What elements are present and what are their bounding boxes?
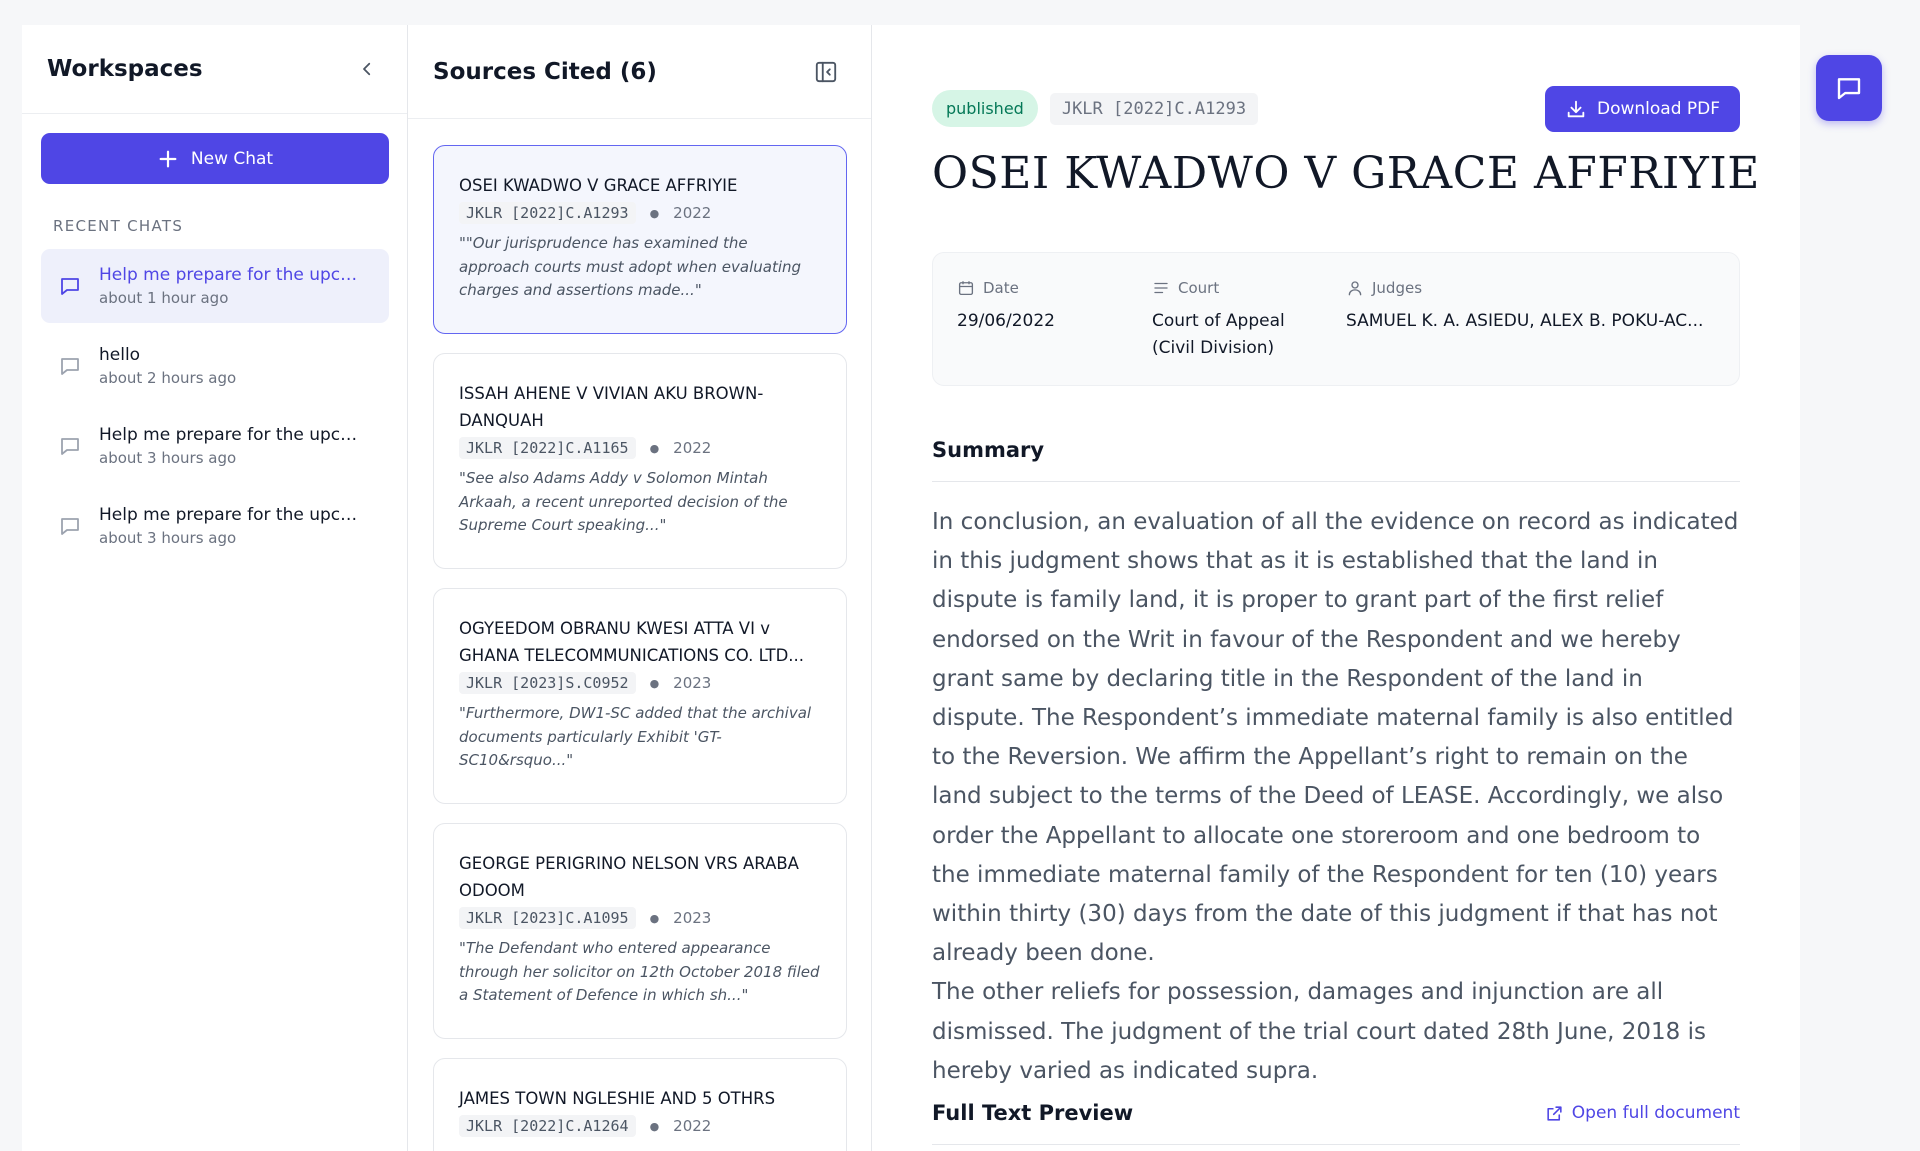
source-year: 2023 [673,674,712,692]
toggle-panel-button[interactable] [813,59,839,85]
separator-dot: ● [649,676,660,690]
user-icon [1348,281,1362,296]
summary-heading: Summary [932,438,1045,462]
judges-label-row: Judges [1346,279,1703,297]
source-title: OGYEEDOM OBRANU KWESI ATTA VI v GHANA TE… [459,619,805,665]
source-card[interactable]: ISSAH AHENE V VIVIAN AKU BROWN-DANQUAH J… [433,353,847,569]
chat-time: about 2 hours ago [99,369,237,387]
full-text-divider [932,1144,1740,1145]
message-icon [61,358,79,375]
date-value: 29/06/2022 [957,311,1055,331]
source-card[interactable]: JAMES TOWN NGLESHIE AND 5 OTHRS JKLR [20… [433,1058,847,1151]
source-year: 2022 [673,204,712,222]
court-label-row: Court [1152,279,1312,297]
court-label: Court [1178,279,1220,297]
workspaces-sidebar: Workspaces New Chat RECENT CHATS Help me… [22,25,408,1151]
summary-divider [932,481,1740,482]
case-title: OSEI KWADWO V GRACE AFFRIYIE [932,148,1760,199]
document-view: published JKLR [2022]C.A1293 Download PD… [872,25,1800,1151]
date-label: Date [983,279,1019,297]
judges-label: Judges [1372,279,1423,297]
status-badge: published [932,90,1038,127]
summary-text: In conclusion, an evaluation of all the … [932,509,1739,1084]
source-title: GEORGE PERIGRINO NELSON VRS ARABA ODOOM [459,854,799,900]
chat-fab-button[interactable] [1816,55,1882,121]
judges-field: Judges SAMUEL K. A. ASIEDU, ALEX B. POKU… [1346,279,1703,335]
chevron-left-icon [363,62,371,76]
sources-title: Sources Cited (6) [433,58,657,85]
source-year: 2022 [673,439,712,457]
source-excerpt: ""Our jurisprudence has examined the app… [459,234,802,299]
source-card[interactable]: OSEI KWADWO V GRACE AFFRIYIE JKLR [2022]… [433,145,847,334]
chat-title: Help me prepare for the upcoming hearing [99,265,364,285]
source-meta: JKLR [2022]C.A1264 ● 2022 [459,1115,821,1137]
chat-item[interactable]: Help me prepare for the upcoming hearing… [41,409,389,483]
collapse-sidebar-button[interactable] [352,54,382,84]
citation-badge: JKLR [2022]C.A1293 [1049,92,1259,125]
document-badges: published JKLR [2022]C.A1293 [932,90,1259,127]
download-icon [1567,100,1585,118]
source-meta: JKLR [2023]S.C0952 ● 2023 [459,672,821,694]
chat-title: Help me prepare for the upcoming hearing [99,505,364,525]
sources-header: Sources Cited (6) [408,25,871,119]
source-meta: JKLR [2023]C.A1095 ● 2023 [459,907,821,929]
source-title: JAMES TOWN NGLESHIE AND 5 OTHRS [459,1089,776,1108]
source-meta: JKLR [2022]C.A1293 ● 2022 [459,202,821,224]
chat-item[interactable]: Help me prepare for the upcoming hearing… [41,489,389,563]
sidebar-title: Workspaces [47,56,203,82]
download-pdf-button[interactable]: Download PDF [1545,86,1740,132]
message-icon [61,278,79,295]
new-chat-label: New Chat [190,148,274,169]
lines-icon [1154,282,1168,294]
source-citation: JKLR [2022]C.A1165 [459,437,636,459]
source-year: 2023 [673,909,712,927]
message-icon [61,438,79,455]
chat-title: Help me prepare for the upcoming hearing [99,425,364,445]
open-full-document-link[interactable]: Open full document [1545,1103,1740,1123]
source-excerpt: "See also Adams Addy v Solomon Mintah Ar… [459,469,788,534]
chat-time: about 3 hours ago [99,449,237,467]
judges-value: SAMUEL K. A. ASIEDU, ALEX B. POKU-AC... [1346,311,1704,331]
chat-time: about 3 hours ago [99,529,237,547]
source-citation: JKLR [2022]C.A1293 [459,202,636,224]
court-field: Court Court of Appeal (Civil Division) [1152,279,1312,362]
message-icon [61,518,79,535]
chat-time: about 1 hour ago [99,289,229,307]
chat-list: Help me prepare for the upcoming hearing… [41,249,389,569]
separator-dot: ● [649,206,660,220]
chat-title: hello [99,345,141,365]
plus-icon [159,150,177,167]
chat-item[interactable]: hello about 2 hours ago [41,329,389,403]
recent-chats-label: RECENT CHATS [53,217,184,235]
separator-dot: ● [649,911,660,925]
full-text-heading: Full Text Preview [932,1101,1134,1125]
source-year: 2022 [673,1117,712,1135]
separator-dot: ● [649,441,660,455]
source-excerpt: "Furthermore, DW1-SC added that the arch… [459,704,812,769]
date-field: Date 29/06/2022 [957,279,1055,335]
case-metadata: Date 29/06/2022 Court Court of Appeal (C… [932,252,1740,386]
open-full-document-label: Open full document [1571,1103,1740,1123]
message-icon [1837,78,1861,100]
date-label-row: Date [957,279,1055,297]
source-title: OSEI KWADWO V GRACE AFFRIYIE [459,176,738,195]
separator-dot: ● [649,1119,660,1133]
new-chat-button[interactable]: New Chat [41,133,389,184]
source-meta: JKLR [2022]C.A1165 ● 2022 [459,437,821,459]
sources-panel: Sources Cited (6) OSEI KWADWO V GRACE AF… [408,25,872,1151]
chat-item[interactable]: Help me prepare for the upcoming hearing… [41,249,389,323]
source-title: ISSAH AHENE V VIVIAN AKU BROWN-DANQUAH [459,384,764,430]
download-pdf-label: Download PDF [1596,99,1721,119]
panel-collapse-icon [815,61,837,82]
source-citation: JKLR [2022]C.A1264 [459,1115,636,1137]
source-excerpt: "The Defendant who entered appearance th… [459,939,820,1004]
source-card[interactable]: OGYEEDOM OBRANU KWESI ATTA VI v GHANA TE… [433,588,847,804]
source-citation: JKLR [2023]C.A1095 [459,907,636,929]
calendar-icon [958,281,974,296]
court-value: Court of Appeal (Civil Division) [1152,311,1285,358]
source-citation: JKLR [2023]S.C0952 [459,672,636,694]
sidebar-header: Workspaces [22,25,407,114]
external-link-icon [1547,1105,1562,1121]
source-card[interactable]: GEORGE PERIGRINO NELSON VRS ARABA ODOOM … [433,823,847,1039]
